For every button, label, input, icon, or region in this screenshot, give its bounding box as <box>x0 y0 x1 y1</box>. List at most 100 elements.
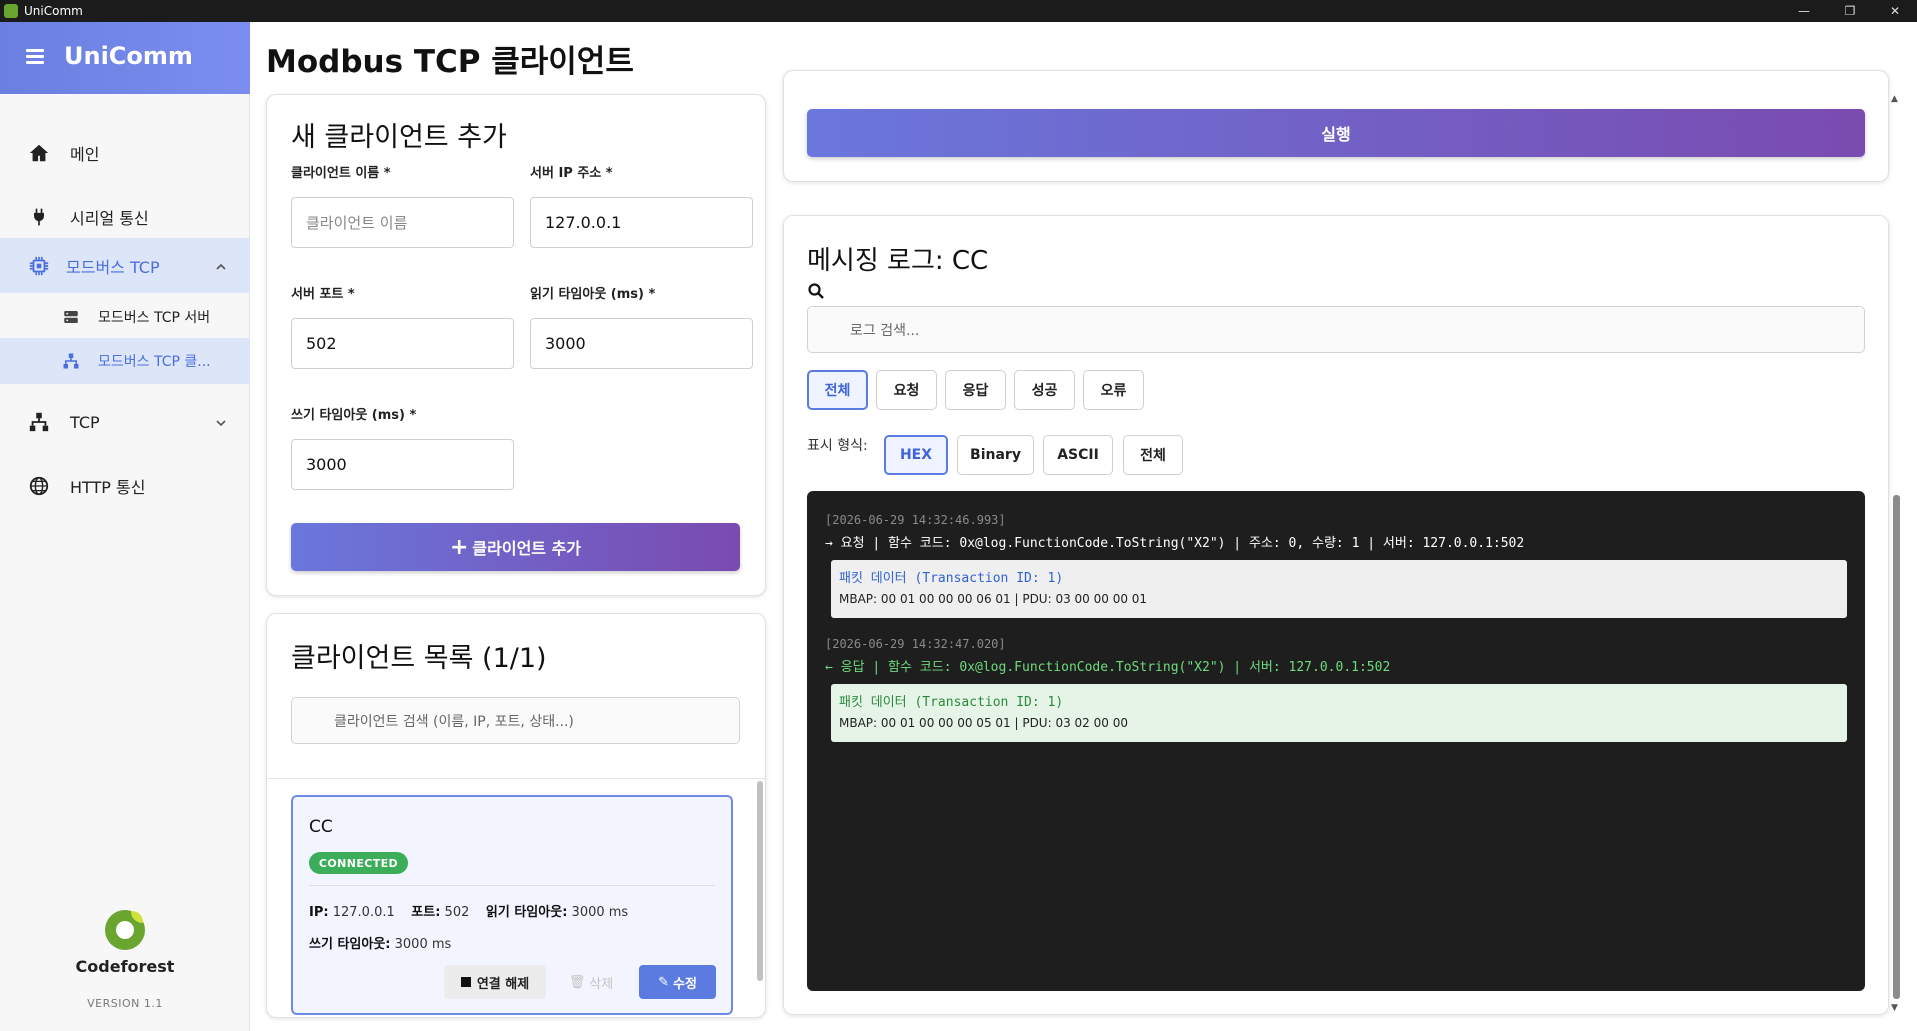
filter-response[interactable]: 응답 <box>945 370 1006 410</box>
edit-button[interactable]: ✎ 수정 <box>639 965 716 999</box>
write-timeout-input[interactable]: 3000 <box>291 439 514 490</box>
packet-block: 패킷 데이터 (Transaction ID: 1) MBAP: 00 01 0… <box>831 560 1847 618</box>
server-ip-input[interactable]: 127.0.0.1 <box>530 197 753 248</box>
page-scrollbar[interactable] <box>1893 495 1900 999</box>
network-icon <box>26 409 52 435</box>
sidebar-item-label: 모드버스 TCP 클... <box>98 354 211 370</box>
read-timeout-label: 읽기 타임아웃 (ms) * <box>530 287 656 302</box>
filter-success[interactable]: 성공 <box>1014 370 1075 410</box>
close-icon[interactable]: ✕ <box>1872 0 1917 22</box>
write-timeout-label: 쓰기 타임아웃: <box>309 937 391 952</box>
codeforest-wordmark: Codeforest <box>75 957 175 976</box>
client-name-label: 클라이언트 이름 * <box>291 166 391 181</box>
chip-icon <box>26 253 52 279</box>
sidebar-item-serial[interactable]: 시리얼 통신 <box>0 192 250 242</box>
port-value: 502 <box>444 905 470 920</box>
disconnect-button-label: 연결 해제 <box>476 976 530 992</box>
server-port-label: 서버 포트 * <box>291 287 355 302</box>
sidebar-item-label: 모드버스 TCP <box>66 257 160 277</box>
ip-value: 127.0.0.1 <box>332 905 395 920</box>
log-response-line: ← 응답 | 함수 코드: 0x@log.FunctionCode.ToStri… <box>825 660 1391 675</box>
sidebar-item-main[interactable]: 메인 <box>0 128 250 178</box>
read-timeout-value: 3000 ms <box>571 905 629 920</box>
format-hex[interactable]: HEX <box>884 435 948 475</box>
sidebar-item-modbus-tcp-client[interactable]: 모드버스 TCP 클... <box>0 338 250 384</box>
sidebar-item-modbus-tcp-server[interactable]: 모드버스 TCP 서버 <box>0 296 250 338</box>
sidebar-item-label: TCP <box>70 412 100 432</box>
menu-icon[interactable] <box>26 49 44 64</box>
execute-button-label: 실행 <box>1321 125 1351 144</box>
log-search-placeholder: 로그 검색... <box>850 322 920 339</box>
sidebar-item-label: 모드버스 TCP 서버 <box>98 310 211 326</box>
sidebar-header: UniComm <box>0 22 250 94</box>
divider <box>267 778 765 779</box>
sidebar: UniComm 메인 시리얼 통신 모드버스 TCP 모드버스 TCP 서버 모… <box>0 22 250 1031</box>
format-ascii[interactable]: ASCII <box>1043 435 1113 475</box>
delete-button-label: 삭제 <box>589 976 614 992</box>
sidebar-item-label: 시리얼 통신 <box>70 209 149 228</box>
client-search-input[interactable]: 클라이언트 검색 (이름, IP, 포트, 상태...) <box>291 697 740 744</box>
filter-request[interactable]: 요청 <box>876 370 937 410</box>
add-client-button[interactable]: + 클라이언트 추가 <box>291 523 740 571</box>
plus-icon: + <box>449 534 469 560</box>
edit-button-label: 수정 <box>672 976 697 992</box>
stop-icon <box>460 977 471 987</box>
sidebar-item-modbus-tcp[interactable]: 모드버스 TCP <box>0 238 250 293</box>
minimize-icon[interactable]: — <box>1781 0 1827 22</box>
write-timeout-value: 3000 ms <box>394 937 452 952</box>
trash-icon: 🗑 <box>568 974 586 990</box>
log-search-input[interactable]: 로그 검색... <box>807 306 1865 353</box>
port-label: 포트: <box>411 905 441 920</box>
packet-data: MBAP: 00 01 00 00 00 06 01 | PDU: 03 00 … <box>839 592 1148 606</box>
chevron-up-icon <box>214 259 228 273</box>
restore-icon[interactable]: ❐ <box>1827 0 1873 22</box>
plug-icon <box>26 204 52 230</box>
disconnect-button[interactable]: 연결 해제 <box>444 965 546 999</box>
log-timestamp: [2026-06-29 14:32:47.020] <box>825 637 1006 651</box>
read-timeout-input[interactable]: 3000 <box>530 318 753 369</box>
brand-name: UniComm <box>64 42 193 70</box>
client-list-scrollbar[interactable] <box>757 781 763 981</box>
packet-title: 패킷 데이터 (Transaction ID: 1) <box>839 695 1064 710</box>
sidebar-item-tcp[interactable]: TCP <box>0 396 250 448</box>
format-all[interactable]: 전체 <box>1123 435 1183 475</box>
format-binary[interactable]: Binary <box>957 435 1034 475</box>
add-client-title: 새 클라이언트 추가 <box>291 122 507 153</box>
delete-button[interactable]: 🗑 삭제 <box>561 965 621 999</box>
globe-icon <box>26 473 52 499</box>
network-icon <box>60 348 82 374</box>
window-titlebar: UniComm — ❐ ✕ <box>0 0 1917 22</box>
execute-button[interactable]: 실행 <box>807 109 1865 157</box>
client-name: CC <box>309 817 333 837</box>
write-timeout-label: 쓰기 타임아웃 (ms) * <box>291 408 417 423</box>
filter-all[interactable]: 전체 <box>807 370 868 410</box>
server-ip-label: 서버 IP 주소 * <box>530 166 613 181</box>
pencil-icon: ✎ <box>658 974 669 990</box>
server-icon <box>60 304 82 330</box>
read-timeout-label: 읽기 타임아웃: <box>485 905 568 920</box>
ip-label: IP: <box>309 905 329 920</box>
codeforest-logo: Codeforest <box>0 907 250 976</box>
sidebar-item-http[interactable]: HTTP 통신 <box>0 460 250 512</box>
server-port-input[interactable]: 502 <box>291 318 514 369</box>
chevron-down-icon <box>214 415 228 429</box>
format-label: 표시 형식: <box>807 438 868 454</box>
sidebar-item-label: HTTP 통신 <box>70 478 146 497</box>
client-name-input[interactable]: 클라이언트 이름 <box>291 197 514 248</box>
window-title: UniComm <box>24 4 83 18</box>
packet-data: MBAP: 00 01 00 00 00 05 01 | PDU: 03 02 … <box>839 716 1128 730</box>
packet-block: 패킷 데이터 (Transaction ID: 1) MBAP: 00 01 0… <box>831 684 1847 742</box>
packet-title: 패킷 데이터 (Transaction ID: 1) <box>839 571 1064 586</box>
log-request-line: → 요청 | 함수 코드: 0x@log.FunctionCode.ToStri… <box>825 536 1525 551</box>
add-client-button-label: 클라이언트 추가 <box>472 539 582 558</box>
client-card[interactable]: CC CONNECTED IP: 127.0.0.1 포트: 502 읽기 타임… <box>291 795 733 1015</box>
status-badge: CONNECTED <box>309 852 408 874</box>
filter-error[interactable]: 오류 <box>1083 370 1144 410</box>
log-output: [2026-06-29 14:32:46.993] → 요청 | 함수 코드: … <box>807 491 1865 991</box>
page-title: Modbus TCP 클라이언트 <box>266 44 634 80</box>
scroll-up-icon[interactable]: ▲ <box>1891 94 1898 104</box>
log-timestamp: [2026-06-29 14:32:46.993] <box>825 513 1006 527</box>
app-icon <box>4 4 18 18</box>
scroll-down-icon[interactable]: ▼ <box>1891 1003 1898 1013</box>
client-details-row-1: IP: 127.0.0.1 포트: 502 읽기 타임아웃: 3000 ms <box>309 901 628 920</box>
